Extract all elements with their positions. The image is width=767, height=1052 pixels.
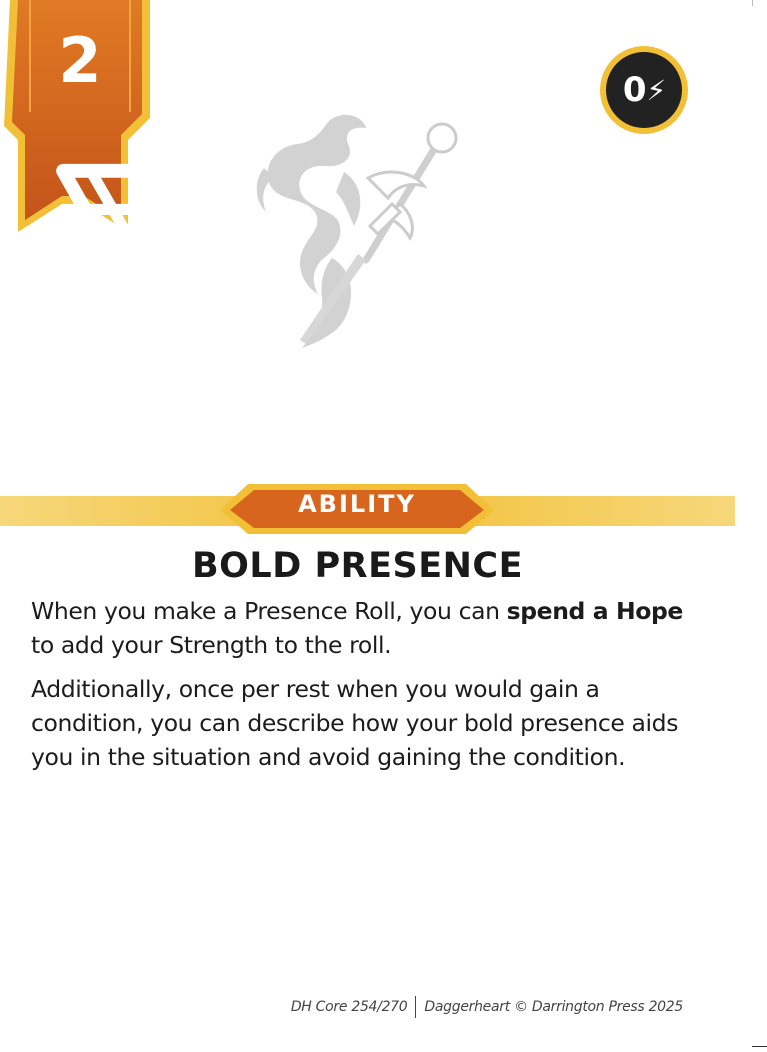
recall-cost-value: 0 [622,70,647,110]
description-emphasis: spend a Hope [506,597,684,625]
crop-mark-top [752,0,753,6]
copyright: Daggerheart © Darrington Press 2025 [424,999,683,1015]
card-description: When you make a Presence Roll, you can s… [31,594,711,784]
card-title: BOLD PRESENCE [192,546,523,586]
level-number: 2 [58,24,102,97]
description-text: to add your Strength to the roll. [31,631,392,659]
card-type-label: ABILITY [298,490,416,518]
description-paragraph-2: Additionally, once per rest when you wou… [31,675,679,771]
dragon-sword-icon [256,114,458,348]
crop-mark-bottom [752,1046,767,1047]
description-text: When you make a Presence Roll, you can [31,597,507,625]
description-paragraph-1: When you make a Presence Roll, you can s… [31,594,711,662]
footer-separator [415,996,417,1018]
set-code: DH Core 254/270 [290,999,408,1015]
recall-cost: 0 ⚡ [598,44,690,136]
valor-domain-icon [56,163,208,300]
bolt-icon: ⚡ [646,73,667,107]
card-footer: DH Core 254/270 Daggerheart © Darrington … [0,996,683,1018]
level-banner: 2 [0,0,208,300]
domain-card: 2 0 ⚡ ABILITY BOLD PRESENCE When you mak… [0,0,767,1052]
